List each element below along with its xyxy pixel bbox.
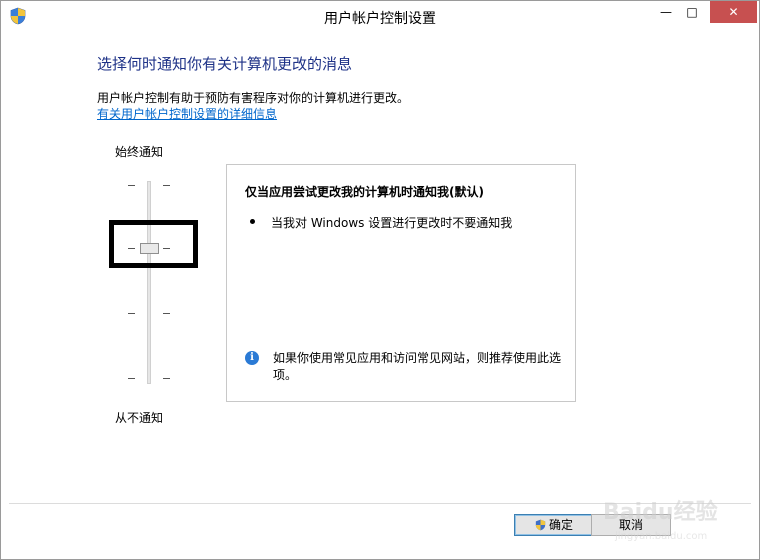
slider-tick [163, 185, 170, 186]
bullet-icon [250, 219, 255, 224]
title-bar[interactable]: 用户帐户控制设置 — □ ✕ [1, 1, 759, 31]
info-icon: i [245, 351, 259, 365]
maximize-button[interactable]: □ [679, 1, 705, 23]
uac-shield-icon [535, 519, 546, 531]
slider-tick [163, 313, 170, 314]
window-title: 用户帐户控制设置 [324, 11, 436, 27]
slider-tick [128, 378, 135, 379]
panel-title: 仅当应用尝试更改我的计算机时通知我(默认) [245, 185, 484, 199]
watermark-text: Baidu经验 [603, 499, 718, 525]
close-icon: ✕ [728, 5, 739, 19]
close-button[interactable]: ✕ [710, 1, 757, 23]
slider-tick [128, 185, 135, 186]
watermark-url: jingyan.baidu.com [614, 531, 707, 542]
description-text: 用户帐户控制有助于预防有害程序对你的计算机进行更改。 [97, 91, 410, 105]
info-text: 如果你使用常见应用和访问常见网站，则推荐使用此选项。 [273, 351, 562, 382]
uac-settings-window: 用户帐户控制设置 — □ ✕ 选择何时通知你有关计算机更改的消息 用户帐户控制有… [0, 0, 760, 560]
slider-bottom-label: 从不通知 [115, 411, 164, 425]
baidu-watermark-logo: Baidu经验 jingyan.baidu.com [603, 499, 718, 542]
ok-button[interactable]: 确定 [514, 514, 594, 536]
slider-thumb[interactable] [140, 243, 159, 254]
slider-tick [163, 378, 170, 379]
minimize-button[interactable]: — [653, 1, 679, 23]
slider-tick [128, 313, 135, 314]
panel-bullet-text: 当我对 Windows 设置进行更改时不要通知我 [271, 216, 513, 230]
notification-slider-track[interactable] [147, 181, 151, 384]
slider-top-label: 始终通知 [115, 145, 164, 159]
page-heading: 选择何时通知你有关计算机更改的消息 [97, 55, 353, 73]
details-link[interactable]: 有关用户帐户控制设置的详细信息 [97, 105, 277, 122]
ok-button-label: 确定 [548, 518, 573, 532]
